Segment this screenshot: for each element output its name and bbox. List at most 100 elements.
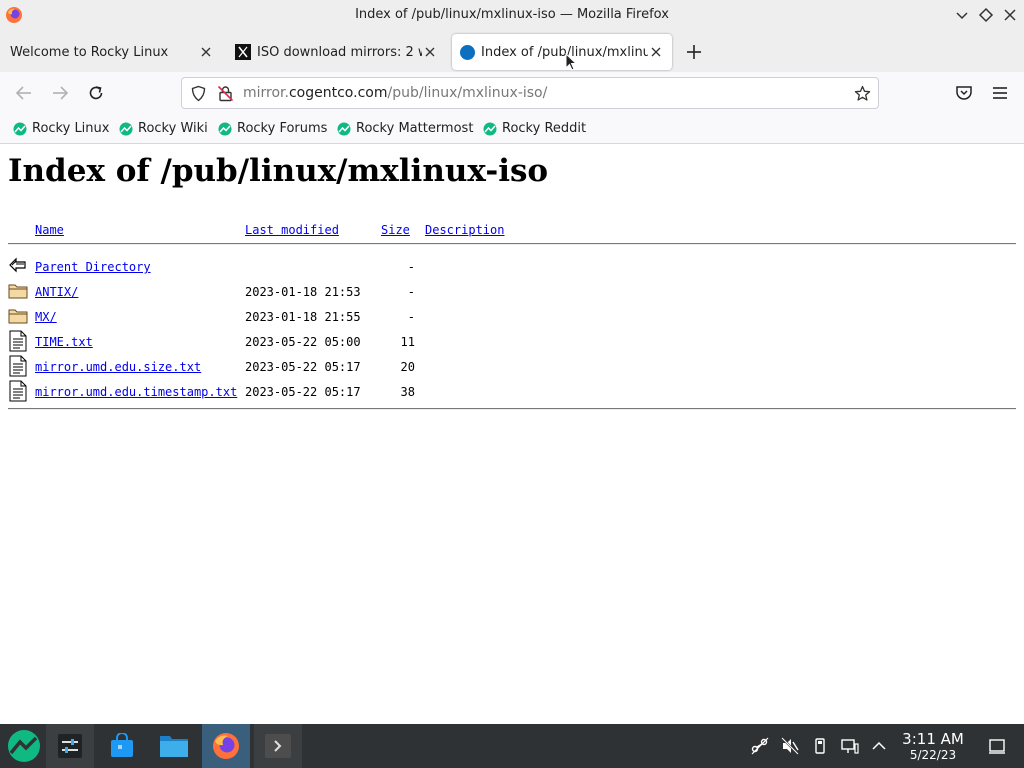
url-prefix: mirror. (243, 85, 289, 101)
back-arrow-icon[interactable] (14, 83, 34, 103)
window-title: Index of /pub/linux/mxlinux-iso — Mozill… (355, 7, 669, 22)
parent-directory-link[interactable]: Parent Directory (35, 260, 151, 274)
url-text[interactable]: mirror.cogentco.com/pub/linux/mxlinux-is… (243, 85, 547, 101)
folder-icon (160, 736, 188, 757)
rocky-logo-icon (13, 122, 27, 135)
column-header-description[interactable]: Description (425, 223, 504, 237)
rocky-logo-icon (483, 122, 497, 135)
row-date: 2023-01-18 21:53 (245, 285, 361, 299)
clock-time: 3:11 AM (902, 730, 964, 748)
tab-welcome-rocky-linux[interactable]: Welcome to Rocky Linux (0, 34, 222, 70)
text-file-icon (9, 380, 27, 402)
bookmark-rocky-reddit[interactable]: Rocky Reddit (483, 121, 586, 136)
hamburger-menu-icon[interactable] (990, 83, 1010, 103)
table-row: TIME.txt 2023-05-22 05:00 11 (0, 330, 1024, 355)
file-link-size-txt[interactable]: mirror.umd.edu.size.txt (35, 360, 201, 374)
mouse-cursor-icon (565, 53, 577, 71)
taskbar: 3:11 AM 5/22/23 (0, 724, 1024, 768)
url-bar[interactable]: mirror.cogentco.com/pub/linux/mxlinux-is… (181, 77, 879, 109)
bookmark-rocky-wiki[interactable]: Rocky Wiki (119, 121, 208, 136)
rocky-logo-icon (119, 122, 133, 135)
folder-icon (8, 309, 28, 324)
tracking-shield-icon[interactable] (190, 85, 207, 102)
globe-favicon-icon (460, 44, 475, 60)
tab-index-mxlinux-iso[interactable]: Index of /pub/linux/mxlinux-iso/ (452, 34, 672, 70)
bookmark-rocky-mattermost[interactable]: Rocky Mattermost (337, 121, 473, 136)
taskbar-file-manager[interactable] (150, 724, 198, 768)
folder-link-antix[interactable]: ANTIX/ (35, 285, 78, 299)
bookmark-label: Rocky Reddit (502, 121, 587, 136)
forward-arrow-icon[interactable] (50, 83, 70, 103)
shopping-bag-icon (111, 733, 133, 757)
rocky-launcher-icon (8, 730, 40, 762)
row-size: - (407, 260, 415, 274)
footer-divider (8, 408, 1016, 410)
bookmarks-toolbar: Rocky Linux Rocky Wiki Rocky Forums Rock… (0, 114, 1024, 144)
row-size: - (407, 285, 415, 299)
back-icon (9, 257, 26, 273)
tab-iso-download-mirrors[interactable]: ISO download mirrors: 2 w (226, 34, 446, 70)
tab-close-icon[interactable] (648, 44, 664, 60)
row-size: 11 (400, 335, 415, 349)
new-tab-plus-icon[interactable] (684, 42, 704, 62)
display-config-icon[interactable] (840, 736, 860, 756)
taskbar-terminal[interactable] (254, 724, 302, 768)
reload-icon[interactable] (86, 83, 106, 103)
taskbar-clock[interactable]: 3:11 AM 5/22/23 (896, 731, 970, 763)
table-row: mirror.umd.edu.timestamp.txt 2023-05-22 … (0, 380, 1024, 405)
taskbar-firefox[interactable] (202, 724, 250, 768)
maximize-icon[interactable] (976, 5, 996, 25)
bookmark-star-icon[interactable] (854, 85, 871, 102)
column-header-size[interactable]: Size (381, 223, 410, 237)
bookmark-rocky-forums[interactable]: Rocky Forums (218, 121, 327, 136)
tab-label: Welcome to Rocky Linux (10, 44, 169, 60)
network-tray-icon[interactable] (750, 736, 770, 756)
column-header-last-modified[interactable]: Last modified (245, 223, 339, 237)
rocky-logo-icon (337, 122, 351, 135)
header-divider (8, 243, 1016, 245)
tab-label: ISO download mirrors: 2 w (257, 44, 422, 60)
bookmark-label: Rocky Forums (237, 121, 328, 136)
usb-device-icon[interactable] (810, 736, 830, 756)
table-row: mirror.umd.edu.size.txt 2023-05-22 05:17… (0, 355, 1024, 380)
page-content: Index of /pub/linux/mxlinux-iso Name Las… (0, 145, 1024, 724)
clock-date: 5/22/23 (909, 748, 957, 762)
firefox-logo-icon (213, 733, 239, 759)
pocket-icon[interactable] (954, 83, 974, 103)
insecure-lock-icon[interactable] (217, 85, 234, 102)
settings-sliders-icon (58, 734, 82, 758)
tray-expand-chevron-icon[interactable] (869, 736, 889, 756)
navigation-toolbar: mirror.cogentco.com/pub/linux/mxlinux-is… (0, 72, 1024, 114)
rocky-logo-icon (218, 122, 232, 135)
page-title: Index of /pub/linux/mxlinux-iso (8, 153, 549, 189)
bookmark-label: Rocky Mattermost (356, 121, 474, 136)
url-domain: cogentco.com (288, 85, 388, 101)
row-size: 20 (400, 360, 415, 374)
row-date: 2023-05-22 05:17 (245, 385, 361, 399)
row-date: 2023-05-22 05:17 (245, 360, 361, 374)
taskbar-software-store[interactable] (98, 724, 146, 768)
row-date: 2023-05-22 05:00 (245, 335, 361, 349)
tab-close-icon[interactable] (422, 44, 438, 60)
row-date: 2023-01-18 21:55 (245, 310, 361, 324)
folder-icon (8, 284, 28, 299)
file-link-time-txt[interactable]: TIME.txt (35, 335, 93, 349)
bookmark-rocky-linux[interactable]: Rocky Linux (13, 121, 109, 136)
file-link-timestamp-txt[interactable]: mirror.umd.edu.timestamp.txt (35, 385, 237, 399)
tab-strip: Welcome to Rocky Linux ISO download mirr… (0, 30, 1024, 72)
volume-muted-icon[interactable] (780, 736, 800, 756)
close-window-icon[interactable] (1000, 5, 1020, 25)
text-file-icon (9, 330, 27, 352)
x-favicon-icon (235, 44, 251, 60)
minimize-icon[interactable] (952, 5, 972, 25)
column-header-name[interactable]: Name (35, 223, 64, 237)
bookmark-label: Rocky Wiki (138, 121, 208, 136)
url-path: /pub/linux/mxlinux-iso/ (387, 85, 548, 101)
application-launcher[interactable] (0, 724, 48, 768)
tab-close-icon[interactable] (198, 44, 214, 60)
show-desktop-icon[interactable] (987, 736, 1007, 756)
terminal-icon (265, 734, 291, 758)
folder-link-mx[interactable]: MX/ (35, 310, 57, 324)
table-row: ANTIX/ 2023-01-18 21:53 - (0, 280, 1024, 305)
taskbar-system-settings[interactable] (46, 724, 94, 768)
